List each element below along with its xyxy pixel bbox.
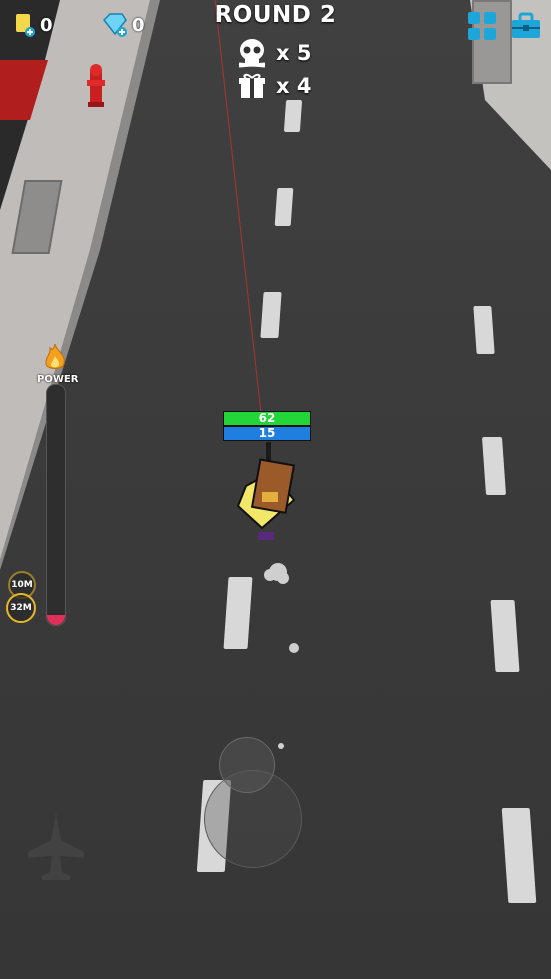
player-character bbox=[236, 442, 296, 540]
lane-marking bbox=[223, 577, 253, 649]
power-meter bbox=[46, 384, 66, 626]
milestone-marker: 32M bbox=[6, 593, 36, 623]
player-shield-bar: 15 bbox=[223, 426, 311, 441]
lane-marking bbox=[481, 437, 507, 495]
gift-icon bbox=[239, 73, 265, 98]
flame-icon bbox=[45, 343, 65, 369]
gifts-remaining: x 4 bbox=[236, 72, 311, 100]
power-fill bbox=[47, 615, 65, 625]
lane-marking bbox=[260, 292, 282, 338]
toolbox-icon[interactable] bbox=[510, 10, 542, 42]
lane-marking bbox=[473, 306, 495, 354]
shield-value: 15 bbox=[258, 426, 276, 440]
lane-marking bbox=[274, 188, 294, 226]
player-health-bar: 62 bbox=[223, 411, 311, 426]
gifts-count: x 4 bbox=[276, 74, 312, 98]
health-value: 62 bbox=[258, 411, 276, 425]
enemies-count: x 5 bbox=[276, 41, 312, 65]
joystick-knob[interactable] bbox=[219, 737, 275, 793]
milestone-label: 32M bbox=[10, 603, 32, 613]
enemies-remaining: x 5 bbox=[236, 38, 311, 68]
milestone-label: 10M bbox=[11, 580, 33, 590]
fire-hydrant bbox=[87, 64, 105, 107]
grid-icon[interactable] bbox=[466, 10, 498, 42]
skull-icon bbox=[238, 39, 266, 68]
lane-marking bbox=[490, 600, 520, 672]
lane-marking bbox=[283, 100, 303, 132]
